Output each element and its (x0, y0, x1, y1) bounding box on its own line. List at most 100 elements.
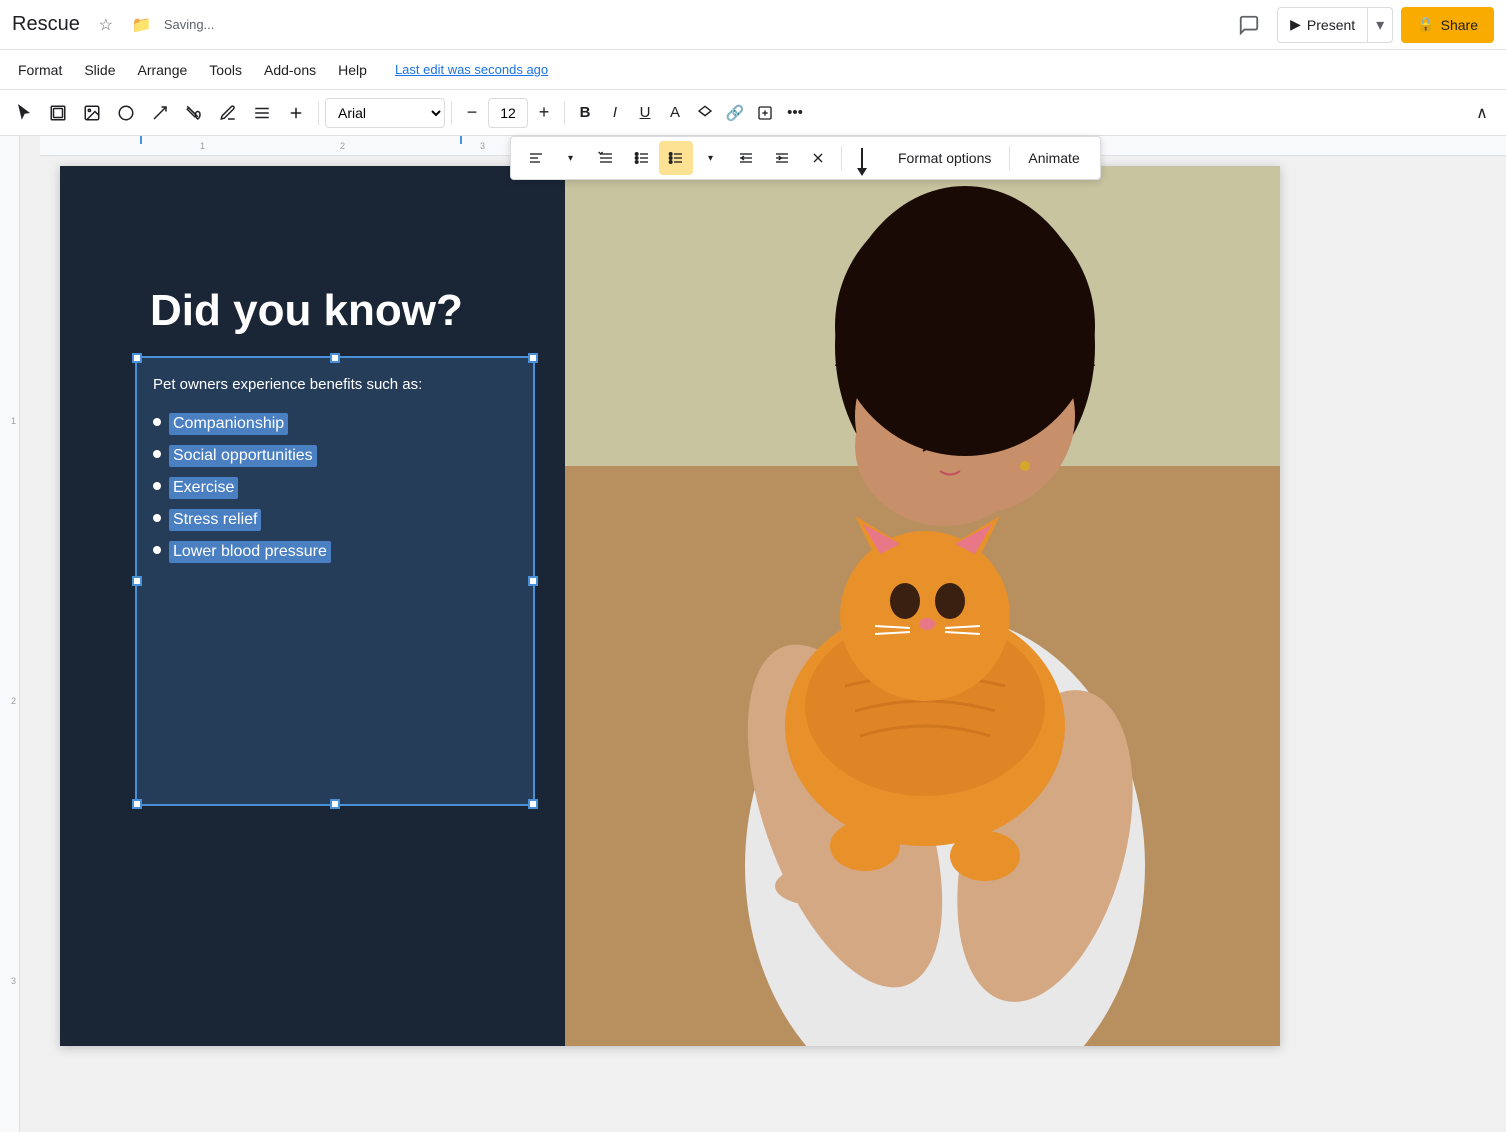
image-button[interactable] (76, 97, 108, 129)
list-item: Stress relief (153, 509, 517, 531)
handle-top-left[interactable] (132, 353, 142, 363)
present-label: Present (1307, 17, 1355, 33)
handle-bottom-right[interactable] (528, 799, 538, 809)
bullet-spacing-button[interactable] (625, 141, 659, 175)
left-ruler: 1 2 3 (0, 136, 20, 1132)
toolbar2-divider (841, 146, 842, 170)
bullet-list: Companionship Social opportunities Exerc… (153, 413, 517, 563)
bullet-dot (153, 450, 161, 458)
bullet-dot (153, 418, 161, 426)
pen-button[interactable] (212, 97, 244, 129)
text-align-dropdown[interactable]: ▾ (553, 141, 587, 175)
handle-middle-left[interactable] (132, 576, 142, 586)
top-bar: Rescue ☆ 📁 Saving... ▶ Present ▾ 🔒 Share (0, 0, 1506, 50)
bullet-dot (153, 546, 161, 554)
bullet-text-exercise: Exercise (169, 477, 238, 499)
align-group: ▾ (519, 141, 587, 175)
handle-top-right[interactable] (528, 353, 538, 363)
increase-font-size-button[interactable]: + (530, 99, 558, 127)
slide-left-panel: Did you know? Pet owners experience bene… (60, 166, 565, 1046)
lock-icon: 🔒 (1417, 16, 1434, 33)
bullet-list-dropdown[interactable]: ▾ (693, 141, 727, 175)
align-button[interactable] (246, 97, 278, 129)
highlight-button[interactable] (691, 99, 719, 127)
slide: Did you know? Pet owners experience bene… (60, 166, 1280, 1046)
toolbar-divider-2 (451, 101, 452, 125)
handle-middle-right[interactable] (528, 576, 538, 586)
paint-bucket-button[interactable] (178, 97, 210, 129)
toolbar: Arial Times New Roman Verdana − + B I U … (0, 90, 1506, 136)
ruler-mark-1: 1 (11, 416, 16, 426)
decrease-font-size-button[interactable]: − (458, 99, 486, 127)
bullet-list-button[interactable] (659, 141, 693, 175)
last-edit-text[interactable]: Last edit was seconds ago (395, 62, 548, 77)
more-options-button[interactable]: ••• (781, 99, 809, 127)
bullet-text-blood-pressure: Lower blood pressure (169, 541, 331, 563)
cursor-area (848, 144, 876, 172)
list-item: Social opportunities (153, 445, 517, 467)
insert-button[interactable] (280, 97, 312, 129)
present-button[interactable]: ▶ Present ▾ (1277, 7, 1393, 43)
line-spacing-button[interactable] (589, 141, 623, 175)
bullet-list-group: ▾ (625, 141, 727, 175)
menu-bar: Format Slide Arrange Tools Add-ons Help … (0, 50, 1506, 90)
bullet-text-stress: Stress relief (169, 509, 261, 531)
present-dropdown-arrow[interactable]: ▾ (1368, 8, 1392, 42)
menu-item-help[interactable]: Help (328, 58, 377, 82)
insert-image-button[interactable] (751, 99, 779, 127)
font-family-select[interactable]: Arial Times New Roman Verdana (325, 98, 445, 128)
text-box[interactable]: Pet owners experience benefits such as: … (135, 356, 535, 806)
animate-button[interactable]: Animate (1016, 146, 1091, 170)
canvas-area: 1 2 3 4 Did you know? (20, 136, 1506, 1132)
toolbar-divider-1 (318, 101, 319, 125)
app-title: Rescue (12, 13, 80, 36)
bookmark-icon[interactable]: ☆ (92, 11, 120, 39)
main-content: 1 2 3 1 2 3 4 Did you know? (0, 136, 1506, 1132)
ruler-mark-3: 3 (11, 976, 16, 986)
format-options-button[interactable]: Format options (886, 146, 1003, 170)
menu-item-tools[interactable]: Tools (199, 58, 252, 82)
shape-button[interactable] (110, 97, 142, 129)
text-color-button[interactable]: A (661, 99, 689, 127)
font-size-area: − + (458, 98, 558, 128)
slide-title: Did you know? (150, 286, 463, 336)
bullet-text-companionship: Companionship (169, 413, 288, 435)
line-button[interactable] (144, 97, 176, 129)
ruler-mark-2: 2 (11, 696, 16, 706)
bullet-dot (153, 514, 161, 522)
toolbar2-divider2 (1009, 146, 1010, 170)
comment-button[interactable] (1229, 5, 1269, 45)
handle-top-middle[interactable] (330, 353, 340, 363)
underline-button[interactable]: U (631, 99, 659, 127)
text-intro: Pet owners experience benefits such as: (153, 374, 517, 397)
text-align-button[interactable] (519, 141, 553, 175)
bullet-dot (153, 482, 161, 490)
toolbar-divider-3 (564, 101, 565, 125)
handle-bottom-middle[interactable] (330, 799, 340, 809)
share-label: Share (1441, 17, 1478, 33)
bullet-text-social: Social opportunities (169, 445, 317, 467)
menu-item-format[interactable]: Format (8, 58, 72, 82)
crop-tool-button[interactable] (42, 97, 74, 129)
link-button[interactable]: 🔗 (721, 99, 749, 127)
slide-right-panel (565, 166, 1280, 1046)
menu-item-arrange[interactable]: Arrange (127, 58, 197, 82)
folder-icon[interactable]: 📁 (128, 11, 156, 39)
handle-bottom-left[interactable] (132, 799, 142, 809)
list-item: Lower blood pressure (153, 541, 517, 563)
menu-item-addons[interactable]: Add-ons (254, 58, 326, 82)
clear-formatting-button[interactable] (801, 141, 835, 175)
italic-button[interactable]: I (601, 99, 629, 127)
decrease-indent-button[interactable] (729, 141, 763, 175)
bold-button[interactable]: B (571, 99, 599, 127)
menu-item-slide[interactable]: Slide (74, 58, 125, 82)
share-button[interactable]: 🔒 Share (1401, 7, 1494, 43)
list-item: Exercise (153, 477, 517, 499)
select-tool-button[interactable] (8, 97, 40, 129)
font-size-input[interactable] (488, 98, 528, 128)
cat-photo (565, 166, 1280, 1046)
collapse-toolbar-button[interactable]: ∧ (1466, 97, 1498, 129)
list-item: Companionship (153, 413, 517, 435)
increase-indent-button[interactable] (765, 141, 799, 175)
formatting-toolbar: ▾ ▾ (510, 136, 1101, 180)
